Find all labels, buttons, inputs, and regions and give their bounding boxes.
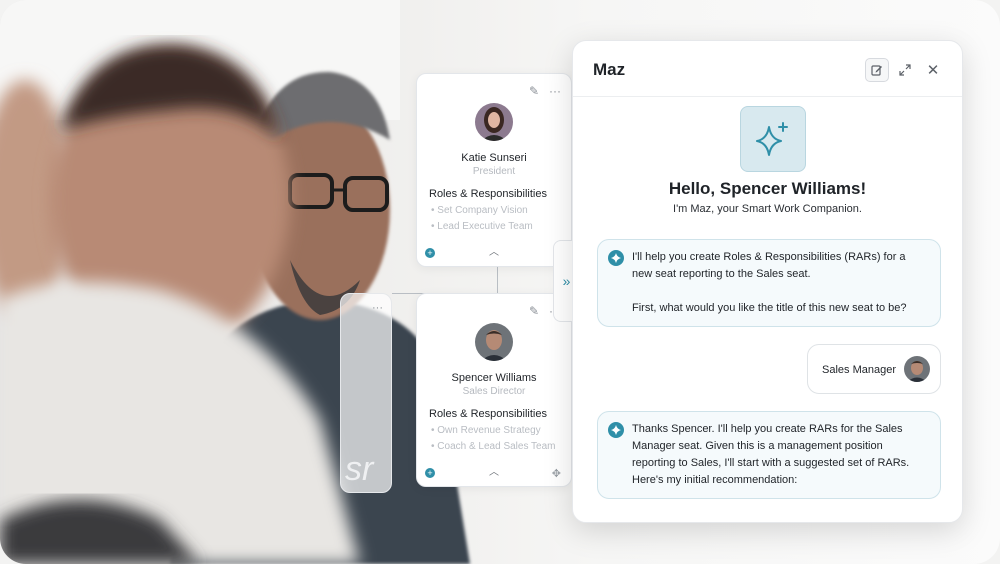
rr-item: • Lead Executive Team xyxy=(431,221,533,232)
pencil-icon[interactable]: ✎ xyxy=(529,304,539,318)
add-icon[interactable]: + xyxy=(425,468,435,478)
maz-logo xyxy=(740,106,806,172)
edit-icon xyxy=(871,65,882,76)
double-chevron-right-icon: » xyxy=(562,273,571,289)
message-text: Thanks Spencer. I'll help you create RAR… xyxy=(632,423,910,486)
card-tools: ✎ ··· xyxy=(529,84,561,98)
greeting-heading: Hello, Spencer Williams! xyxy=(668,179,867,198)
chevron-up-icon[interactable]: ︿ xyxy=(489,243,499,258)
org-card-president[interactable]: ✎ ··· Katie Sunseri President Roles & Re… xyxy=(416,73,572,267)
bot-message: Thanks Spencer. I'll help you create RAR… xyxy=(597,411,941,499)
person-title: President xyxy=(472,166,516,177)
avatar xyxy=(904,356,930,382)
rr-item: • Set Company Vision xyxy=(431,205,528,216)
person-title: Sales Director xyxy=(462,386,526,397)
close-icon: ✕ xyxy=(926,62,940,79)
more-icon[interactable]: ··· xyxy=(549,84,561,98)
person-name: Katie Sunseri xyxy=(461,152,527,164)
more-icon[interactable]: ··· xyxy=(372,302,383,314)
panel-title: Maz xyxy=(593,60,626,79)
bot-message: I'll help you create Roles & Responsibil… xyxy=(597,239,941,327)
sparkle-icon xyxy=(756,122,788,156)
avatar xyxy=(475,323,513,361)
rr-item: • Own Revenue Strategy xyxy=(431,425,541,436)
close-button[interactable]: ✕ xyxy=(921,58,945,82)
add-icon[interactable]: + xyxy=(425,248,435,258)
greeting-subtitle: I'm Maz, your Smart Work Companion. xyxy=(673,203,862,215)
expand-icon xyxy=(899,64,911,76)
avatar xyxy=(475,103,513,141)
message-text: I'll help you create Roles & Responsibil… xyxy=(632,251,906,280)
panel-header: Maz ✕ xyxy=(573,41,962,97)
org-card-sales-director[interactable]: ✎ ··· Spencer Williams Sales Director Ro… xyxy=(416,293,572,487)
move-icon[interactable]: ✥ xyxy=(552,467,561,480)
rr-item: • Coach & Lead Sales Team xyxy=(431,441,556,452)
message-text: Sales Manager xyxy=(822,364,896,376)
edit-button[interactable] xyxy=(865,58,889,82)
message-text: First, what would you like the title of … xyxy=(632,302,907,314)
sparkle-icon xyxy=(608,250,624,266)
rr-heading: Roles & Responsibilities xyxy=(429,188,547,200)
user-message: Sales Manager xyxy=(807,344,941,394)
expand-button[interactable] xyxy=(893,58,917,82)
person-name: Spencer Williams xyxy=(451,372,537,384)
partial-org-card: ··· xyxy=(340,293,392,493)
chevron-up-icon[interactable]: ︿ xyxy=(489,463,499,478)
org-connector xyxy=(497,267,498,293)
maz-chat-panel: Maz ✕ Hello, Spencer Williams! I'm Maz, … xyxy=(572,40,963,523)
rr-heading: Roles & Responsibilities xyxy=(429,408,547,420)
sparkle-icon xyxy=(608,422,624,438)
pencil-icon[interactable]: ✎ xyxy=(529,84,539,98)
